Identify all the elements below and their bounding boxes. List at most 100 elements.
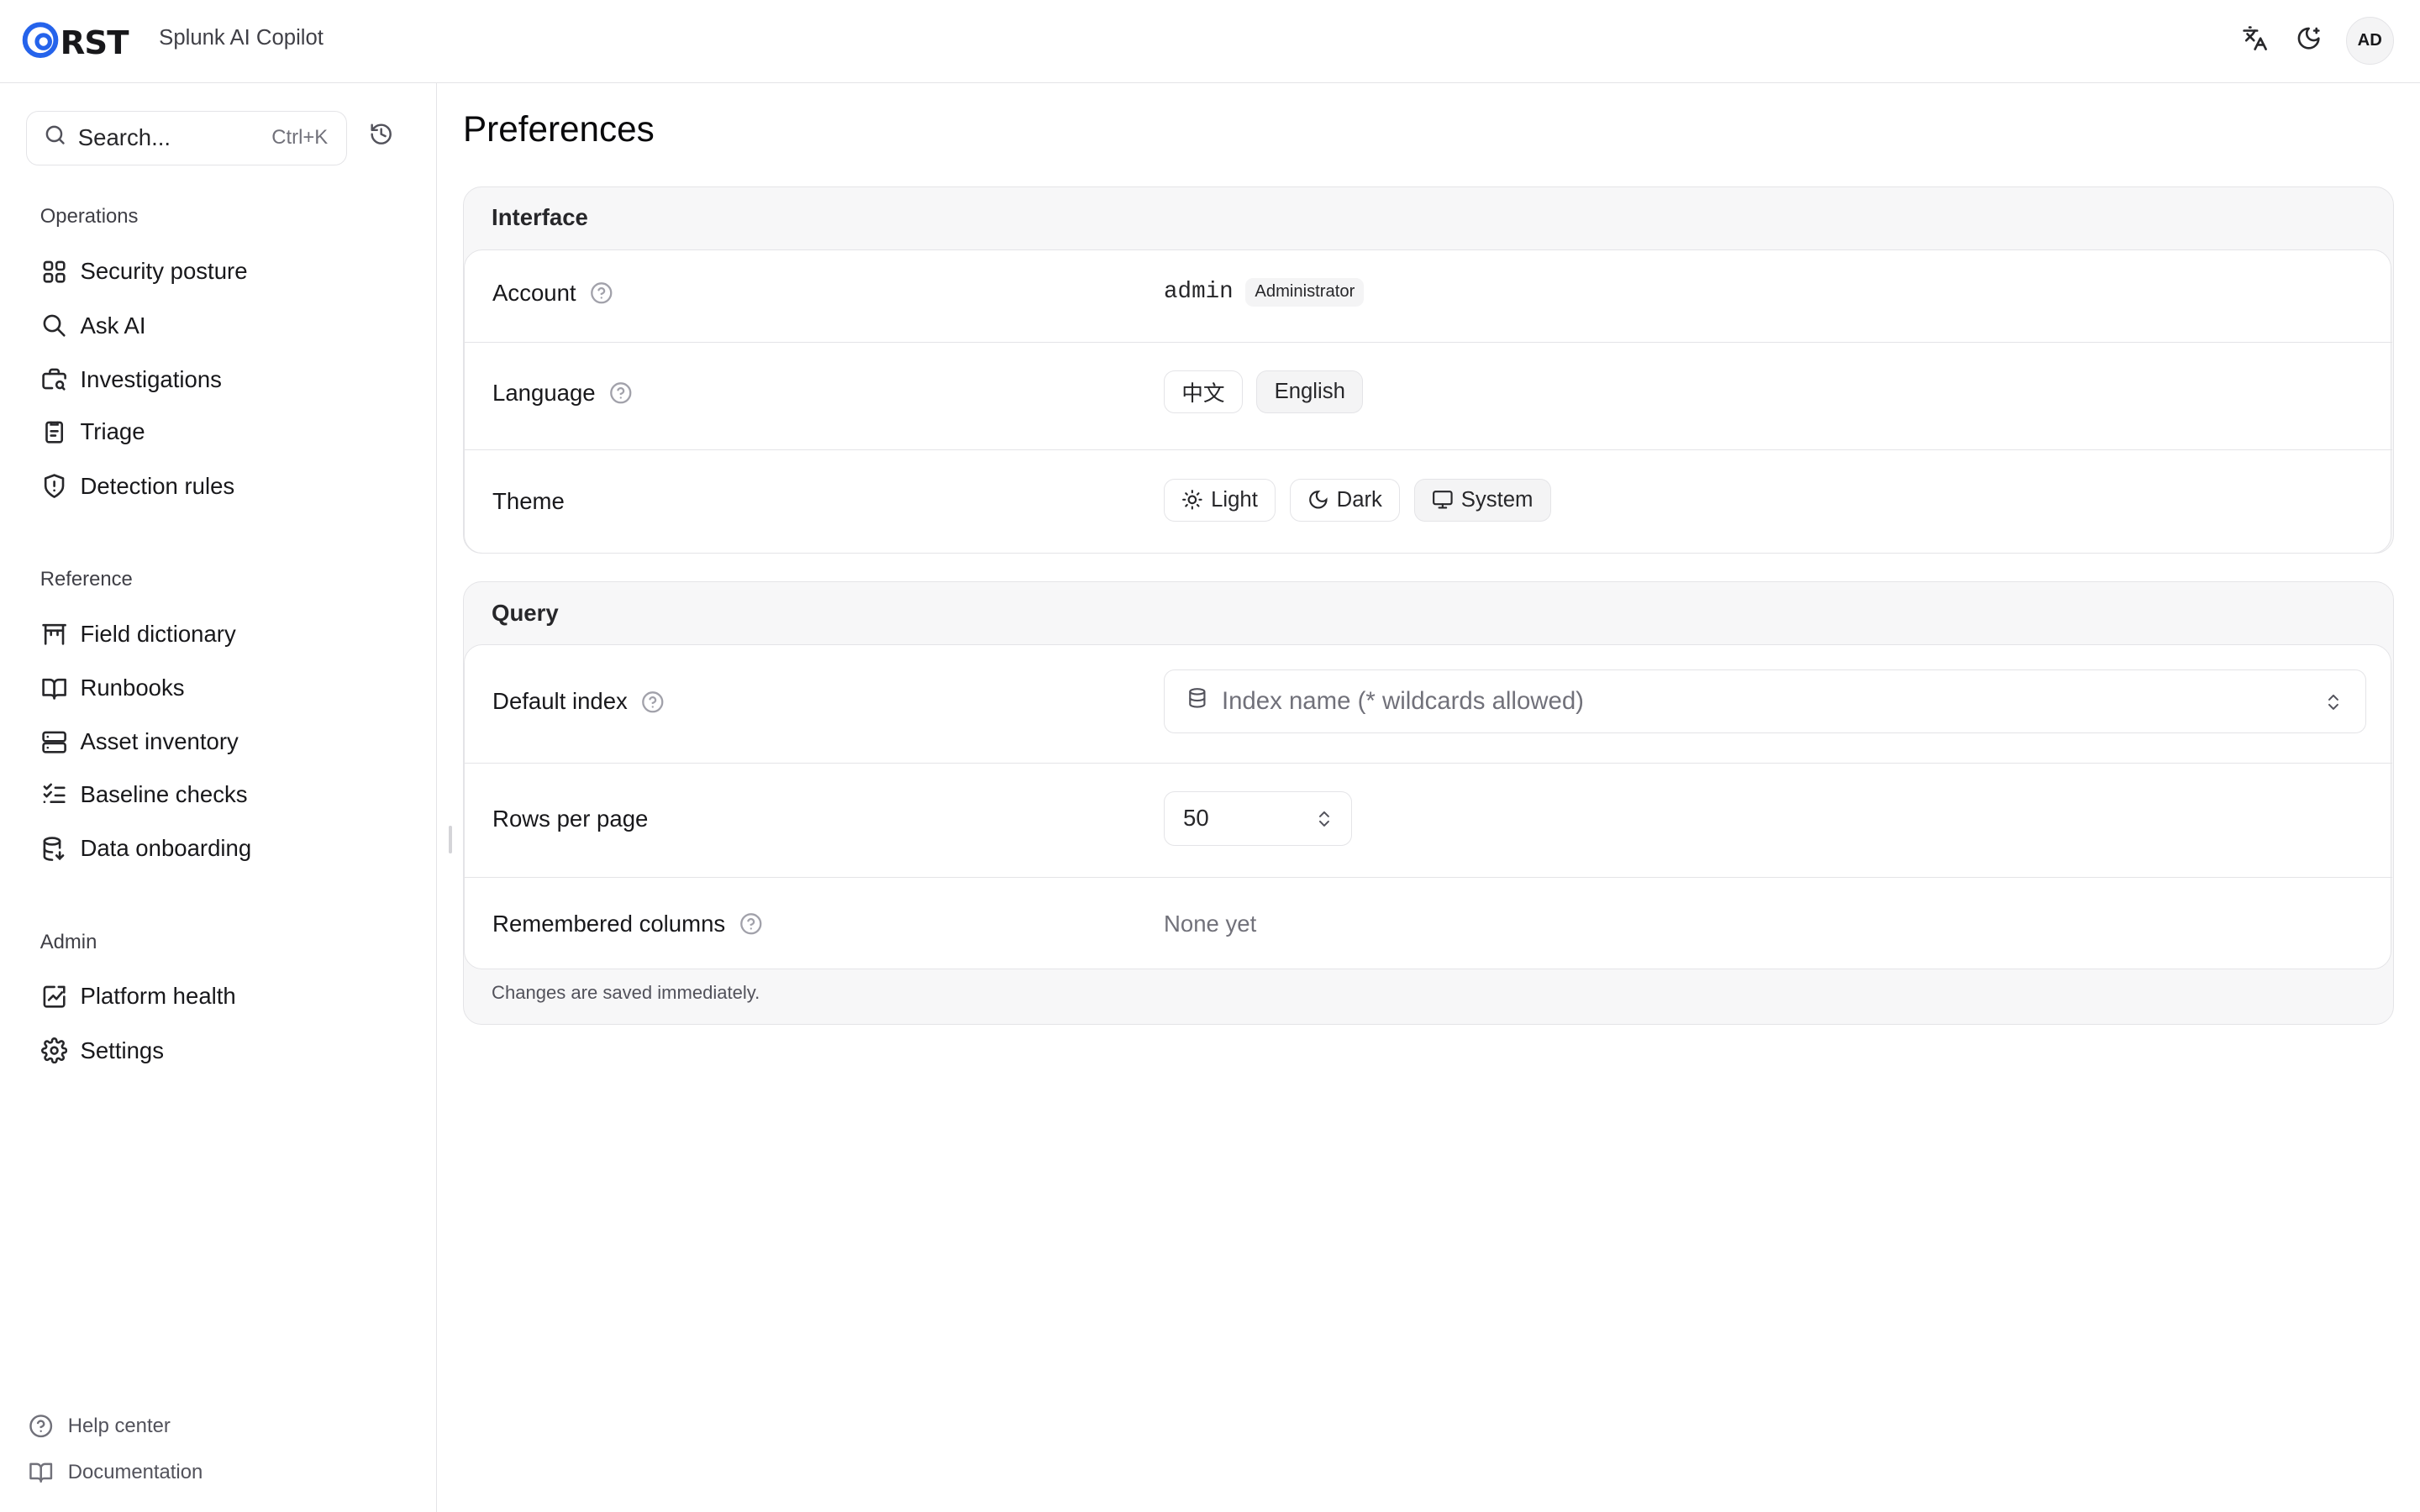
- rows-per-page-row: Rows per page 50: [465, 764, 2393, 879]
- sidebar-item-label: Baseline checks: [80, 780, 248, 807]
- search-box[interactable]: Search... Ctrl+K: [26, 111, 348, 165]
- top-bar: RST Splunk AI Copilot AD: [0, 0, 2420, 84]
- theme-option-label: Dark: [1336, 487, 1382, 512]
- documentation-link[interactable]: Documentation: [28, 1460, 203, 1486]
- language-option-chinese[interactable]: 中文: [1164, 370, 1243, 414]
- list-checks-icon: [40, 780, 68, 808]
- sidebar-item-field-dictionary[interactable]: Field dictionary: [28, 611, 413, 657]
- gate-icon: [40, 620, 68, 648]
- help-icon[interactable]: [609, 381, 633, 405]
- chevrons-up-down-icon: [1314, 808, 1334, 835]
- rows-per-page-select[interactable]: 50: [1164, 791, 1353, 846]
- sidebar-item-label: Investigations: [80, 365, 222, 392]
- shield-alert-icon: [40, 472, 68, 500]
- language-options: 中文 English: [1164, 370, 1377, 414]
- sidebar-item-label: Data onboarding: [80, 835, 252, 862]
- search-placeholder: Search...: [77, 124, 171, 151]
- section-title-reference: Reference: [39, 567, 133, 591]
- default-index-combobox[interactable]: Index name (* wildcards allowed): [1164, 669, 2366, 733]
- help-icon[interactable]: [590, 281, 613, 305]
- search-icon: [43, 123, 67, 154]
- interface-card: Interface Account admin Administrator La…: [463, 186, 2394, 554]
- documentation-label: Documentation: [67, 1461, 203, 1484]
- chevrons-up-down-icon: [2323, 690, 2344, 719]
- language-option-english[interactable]: English: [1256, 370, 1364, 414]
- history-button[interactable]: [364, 120, 397, 154]
- help-circle-icon: [28, 1413, 54, 1439]
- help-center-label: Help center: [67, 1415, 171, 1438]
- card-title-query: Query: [492, 599, 559, 626]
- page-title: Preferences: [463, 109, 655, 150]
- theme-option-system[interactable]: System: [1413, 478, 1551, 522]
- remembered-columns-text: None yet: [1164, 910, 1257, 937]
- theme-option-label: Light: [1211, 487, 1258, 512]
- sidebar: Search... Ctrl+K Operations Security pos…: [0, 83, 437, 1512]
- sidebar-item-label: Settings: [80, 1037, 165, 1063]
- language-row: Language 中文 English: [465, 343, 2393, 451]
- logo[interactable]: RST: [22, 18, 129, 68]
- clipboard-list-icon: [40, 418, 68, 446]
- remembered-columns-value: None yet: [1164, 911, 1256, 937]
- theme-label: Theme: [492, 488, 565, 515]
- language-label: Language: [492, 380, 633, 407]
- interface-card-body: Account admin Administrator Language 中文 …: [464, 249, 2393, 554]
- sidebar-item-ask-ai[interactable]: Ask AI: [28, 302, 413, 349]
- theme-option-dark[interactable]: Dark: [1289, 478, 1401, 522]
- book-open-icon: [40, 675, 68, 702]
- logo-text: RST: [60, 24, 129, 63]
- remembered-columns-row: Remembered columns None yet: [465, 878, 2392, 970]
- account-label: Account: [492, 280, 613, 307]
- language-toggle-button[interactable]: [2235, 22, 2275, 62]
- remembered-columns-label: Remembered columns: [492, 911, 762, 937]
- theme-row: Theme Light Dark System: [465, 450, 2392, 554]
- server-icon: [40, 728, 68, 756]
- theme-option-label: System: [1460, 487, 1534, 512]
- rows-per-page-label: Rows per page: [492, 806, 648, 832]
- sidebar-item-label: Field dictionary: [80, 620, 236, 647]
- sidebar-item-triage[interactable]: Triage: [28, 409, 413, 455]
- monitor-icon: [1432, 489, 1454, 511]
- sidebar-item-settings[interactable]: Settings: [28, 1027, 413, 1074]
- help-center-link[interactable]: Help center: [28, 1413, 171, 1439]
- theme-label-text: Theme: [492, 487, 565, 514]
- history-icon: [369, 122, 393, 153]
- default-index-placeholder: Index name (* wildcards allowed): [1221, 686, 1584, 715]
- sidebar-item-security-posture[interactable]: Security posture: [28, 249, 413, 295]
- sidebar-item-label: Platform health: [80, 983, 236, 1010]
- default-index-label-text: Default index: [492, 688, 628, 715]
- sidebar-item-label: Ask AI: [80, 312, 146, 339]
- database-import-icon: [40, 835, 68, 863]
- rows-per-page-label-text: Rows per page: [492, 805, 649, 832]
- sidebar-item-data-onboarding[interactable]: Data onboarding: [28, 826, 413, 872]
- account-value: admin Administrator: [1164, 277, 1365, 307]
- app-root: RST Splunk AI Copilot AD Search... Ctrl+…: [0, 0, 2420, 1512]
- sidebar-item-runbooks[interactable]: Runbooks: [28, 665, 413, 711]
- sidebar-resize-handle[interactable]: [449, 825, 453, 853]
- remembered-columns-label-text: Remembered columns: [492, 910, 726, 937]
- query-card: Query Default index Index name (* wildca…: [463, 581, 2394, 1025]
- app-name: Splunk AI Copilot: [159, 26, 324, 50]
- card-title-interface: Interface: [492, 204, 588, 231]
- sidebar-item-baseline-checks[interactable]: Baseline checks: [28, 771, 413, 817]
- account-label-text: Account: [492, 279, 576, 306]
- sidebar-item-investigations[interactable]: Investigations: [28, 356, 413, 402]
- theme-toggle-button[interactable]: [2289, 22, 2329, 62]
- help-icon[interactable]: [739, 912, 763, 936]
- account-row: Account admin Administrator: [465, 250, 2393, 343]
- sidebar-item-asset-inventory[interactable]: Asset inventory: [28, 719, 413, 765]
- theme-options: Light Dark System: [1164, 478, 1565, 522]
- user-avatar[interactable]: AD: [2345, 17, 2394, 66]
- theme-option-light[interactable]: Light: [1164, 478, 1276, 522]
- sidebar-item-platform-health[interactable]: Platform health: [28, 974, 413, 1020]
- search-shortcut: Ctrl+K: [271, 125, 329, 149]
- account-username: admin: [1164, 279, 1234, 306]
- activity-chart-icon: [40, 983, 68, 1011]
- language-label-text: Language: [492, 379, 596, 406]
- help-icon[interactable]: [641, 690, 665, 714]
- grid-icon: [40, 258, 68, 286]
- translate-icon: [2242, 25, 2268, 58]
- default-index-row: Default index Index name (* wildcards al…: [465, 645, 2393, 764]
- section-title-admin: Admin: [39, 930, 97, 953]
- sidebar-item-detection-rules[interactable]: Detection rules: [28, 463, 413, 509]
- sidebar-item-label: Asset inventory: [80, 728, 239, 755]
